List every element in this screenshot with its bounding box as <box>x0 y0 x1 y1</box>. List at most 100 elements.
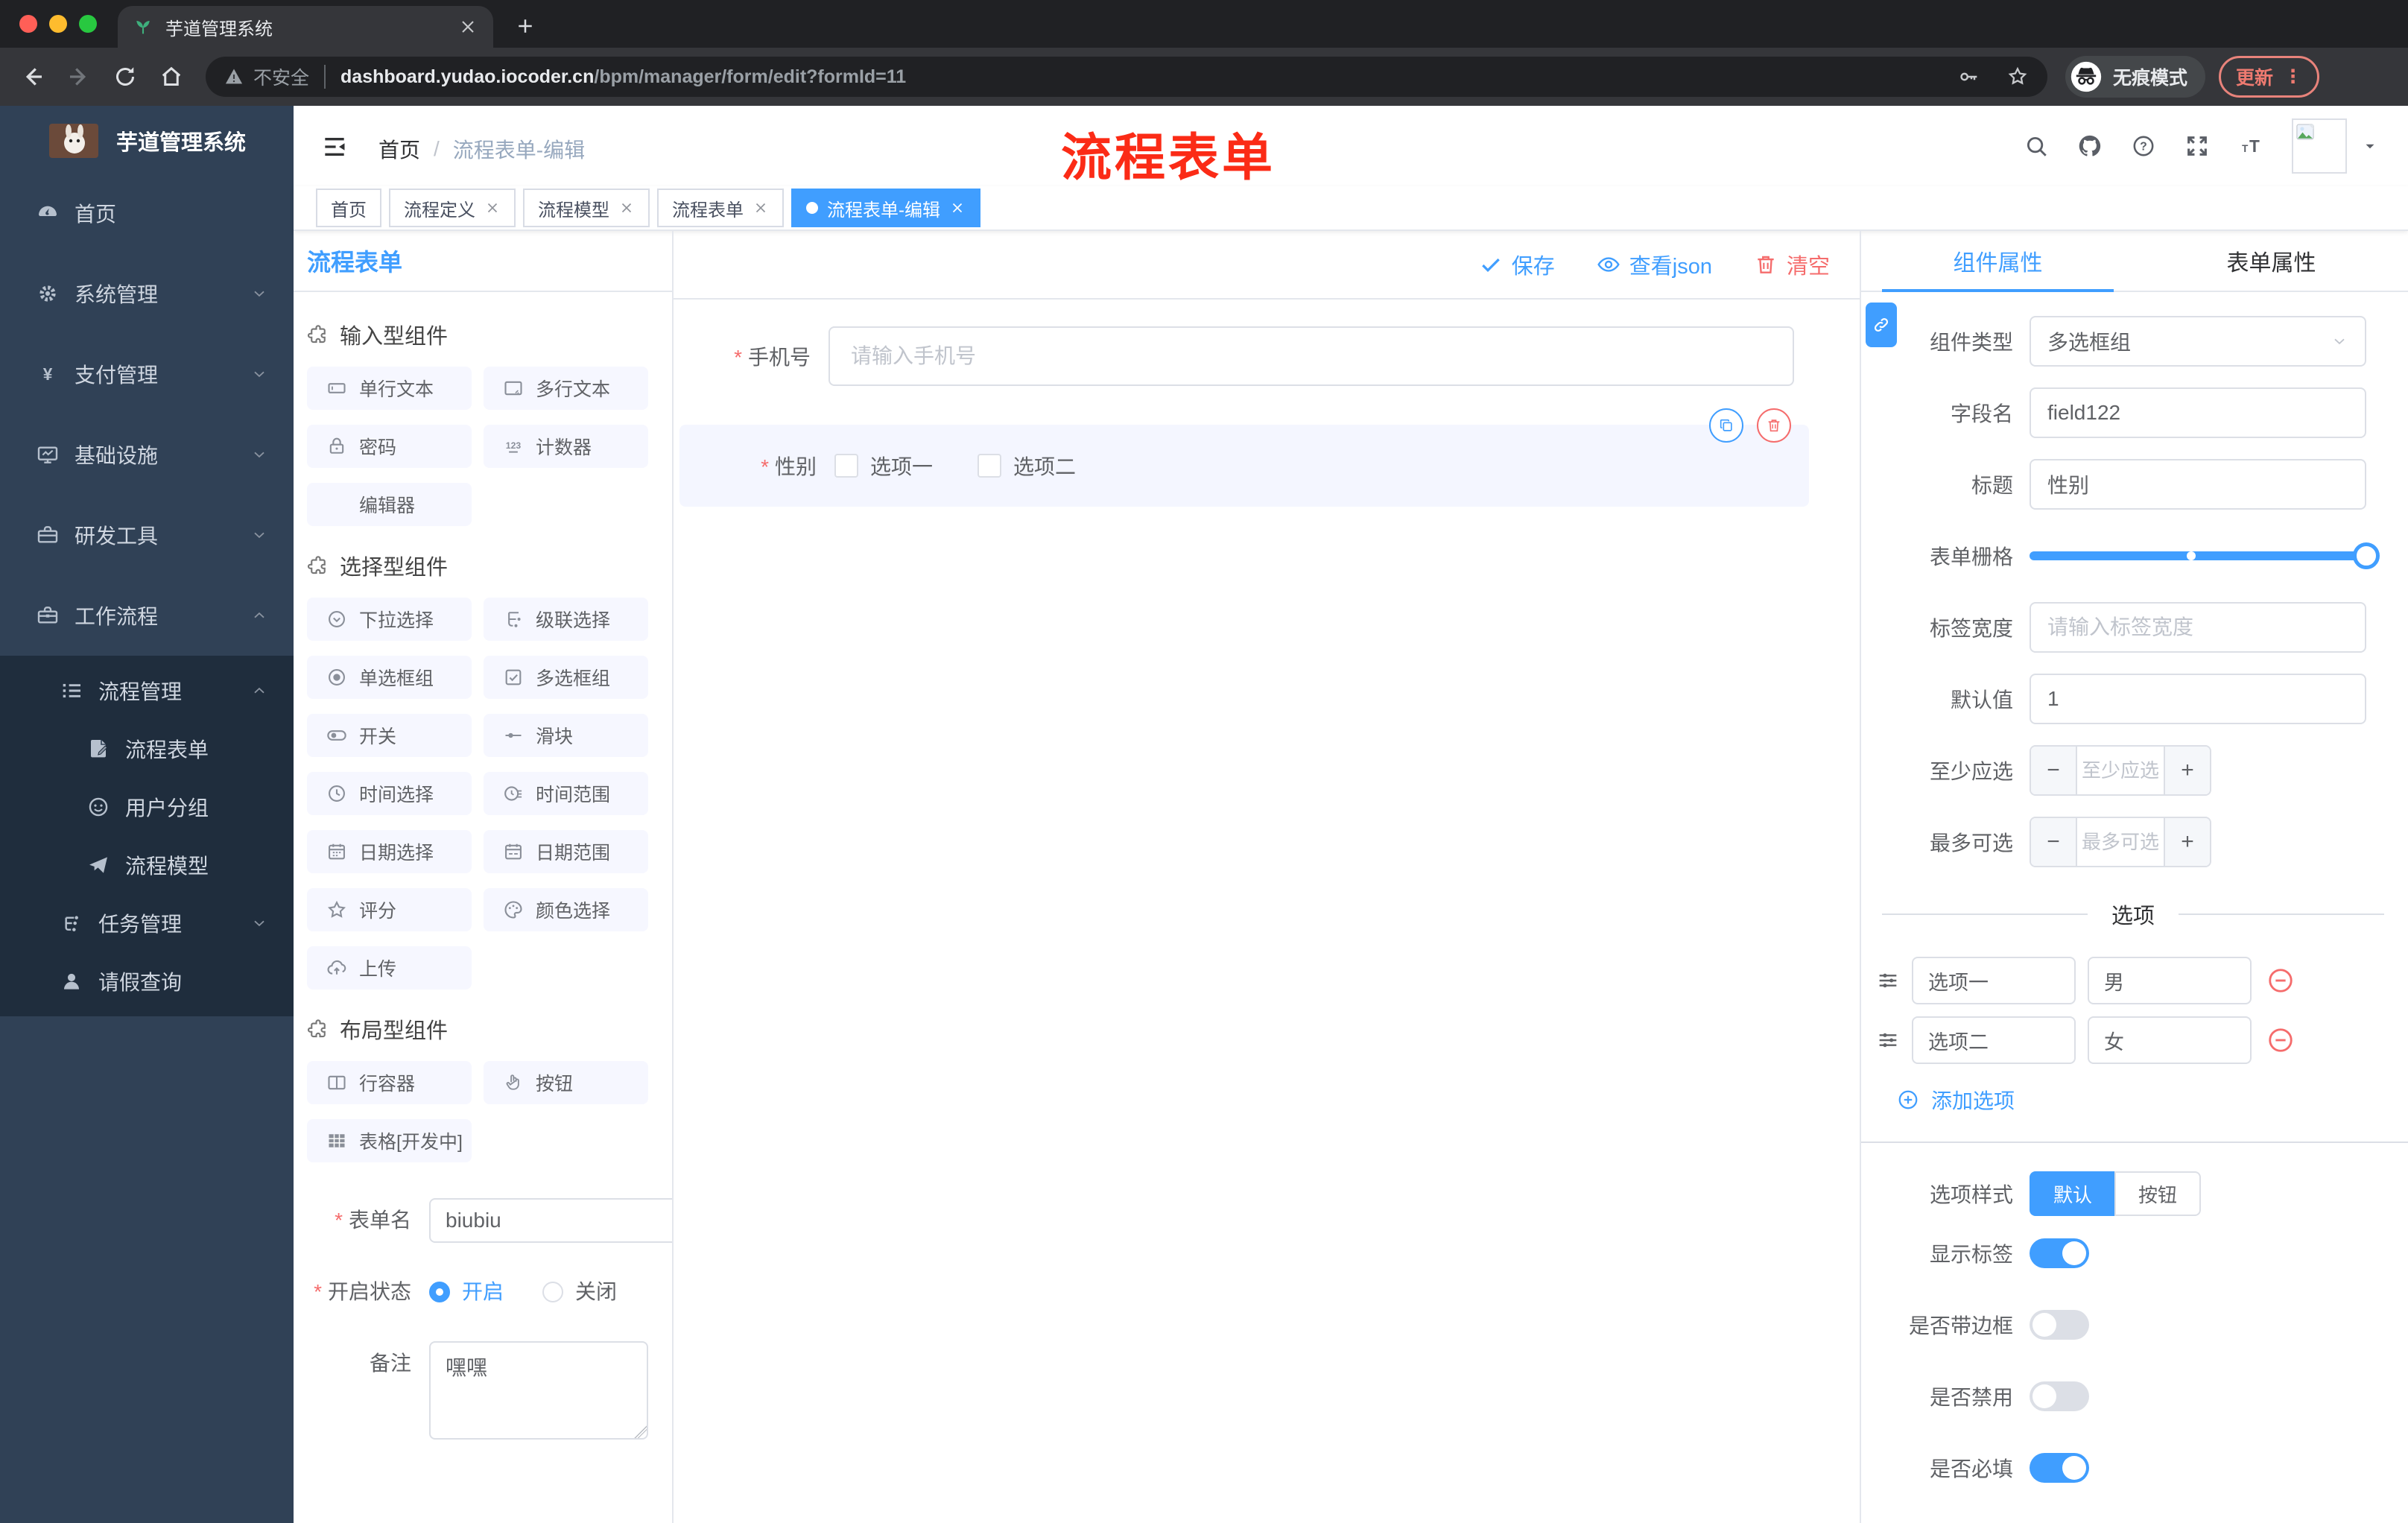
tags-view-tab[interactable]: 流程模型 <box>523 189 650 227</box>
link-button[interactable] <box>1866 303 1897 347</box>
palette-component[interactable]: 单行文本 <box>307 367 472 410</box>
breadcrumb-home[interactable]: 首页 <box>378 134 420 164</box>
back-icon[interactable] <box>19 63 46 90</box>
sidebar-logo-row[interactable]: 芋道管理系统 <box>0 106 294 173</box>
close-icon[interactable] <box>752 200 769 216</box>
home-icon[interactable] <box>158 63 185 90</box>
option-style-button[interactable]: 按钮 <box>2114 1171 2202 1216</box>
window-zoom-button[interactable] <box>79 15 97 33</box>
palette-component[interactable]: 上传 <box>307 946 472 990</box>
view-json-button[interactable]: 查看json <box>1597 249 1712 280</box>
field-name-input[interactable] <box>2030 387 2366 438</box>
forward-icon[interactable] <box>66 63 92 90</box>
palette-component[interactable]: 下拉选择 <box>307 598 472 641</box>
sidebar-item[interactable]: 基础设施 <box>0 414 294 495</box>
sidebar-subitem[interactable]: 流程模型 <box>0 836 294 894</box>
palette-component[interactable]: 级联选择 <box>484 598 648 641</box>
option-name-input[interactable] <box>1912 957 2076 1004</box>
form-name-input[interactable] <box>429 1198 672 1243</box>
status-radio[interactable]: 关闭 <box>542 1270 617 1314</box>
palette-component[interactable]: 多选框组 <box>484 656 648 699</box>
palette-component[interactable]: 单选框组 <box>307 656 472 699</box>
component-type-select[interactable]: 多选框组 <box>2030 316 2366 367</box>
close-icon[interactable] <box>618 200 635 216</box>
toggle-switch[interactable] <box>2030 1238 2089 1268</box>
sidebar-item[interactable]: 首页 <box>0 173 294 253</box>
palette-component[interactable]: 表格[开发中] <box>307 1119 472 1162</box>
max-select-input[interactable] <box>2077 818 2164 866</box>
sidebar-subitem[interactable]: 任务管理 <box>0 894 294 952</box>
status-radio[interactable]: 开启 <box>429 1270 504 1314</box>
gender-option-checkbox[interactable]: 选项一 <box>834 451 933 481</box>
stepper-minus-button[interactable]: − <box>2031 747 2077 794</box>
reload-icon[interactable] <box>112 63 139 90</box>
palette-component[interactable]: 按钮 <box>484 1061 648 1104</box>
help-icon[interactable]: ? <box>2131 133 2156 159</box>
sidebar-subitem[interactable]: 请假查询 <box>0 952 294 1010</box>
palette-component[interactable]: 123 计数器 <box>484 425 648 468</box>
fullscreen-icon[interactable] <box>2184 133 2210 159</box>
palette-component[interactable]: 日期范围 <box>484 830 648 873</box>
palette-component[interactable]: 密码 <box>307 425 472 468</box>
close-icon[interactable] <box>949 200 966 216</box>
browser-tab[interactable]: 芋道管理系统 <box>118 6 493 48</box>
clear-button[interactable]: 清空 <box>1754 249 1830 280</box>
toggle-switch[interactable] <box>2030 1310 2089 1340</box>
font-size-icon[interactable]: TT <box>2238 133 2263 159</box>
palette-component[interactable]: 颜色选择 <box>484 888 648 931</box>
option-name-input[interactable] <box>1912 1016 2076 1064</box>
default-value-input[interactable] <box>2030 674 2366 724</box>
palette-component[interactable]: 多行文本 <box>484 367 648 410</box>
tags-view-tab[interactable]: 首页 <box>316 189 381 227</box>
window-minimize-button[interactable] <box>49 15 67 33</box>
save-button[interactable]: 保存 <box>1479 249 1555 280</box>
tab-close-icon[interactable] <box>457 16 478 37</box>
browser-update-button[interactable]: 更新 ⋮ <box>2219 56 2320 98</box>
toggle-switch[interactable] <box>2030 1381 2089 1411</box>
min-select-input[interactable] <box>2077 747 2164 794</box>
minus-circle-icon[interactable] <box>2266 966 2295 995</box>
bookmark-star-icon[interactable] <box>2006 65 2030 89</box>
tab-component-props[interactable]: 组件属性 <box>1861 231 2135 292</box>
palette-component[interactable]: 滑块 <box>484 714 648 757</box>
checkbox-box[interactable] <box>978 454 1002 478</box>
sidebar-item[interactable]: 研发工具 <box>0 495 294 575</box>
stepper-plus-button[interactable]: + <box>2164 818 2210 866</box>
option-handle-icon[interactable] <box>1876 969 1900 992</box>
palette-component[interactable]: 日期选择 <box>307 830 472 873</box>
palette-component[interactable]: 时间范围 <box>484 772 648 815</box>
option-value-input[interactable] <box>2088 1016 2252 1064</box>
key-icon[interactable] <box>1956 65 1980 89</box>
phone-input[interactable] <box>828 326 1794 386</box>
github-icon[interactable] <box>2077 133 2103 159</box>
sidebar-item[interactable]: 工作流程 <box>0 575 294 656</box>
gender-field-selected[interactable]: 性别 选项一 选项二 <box>679 408 1809 507</box>
checkbox-box[interactable] <box>834 454 858 478</box>
sidebar-subitem[interactable]: 用户分组 <box>0 778 294 836</box>
stepper-minus-button[interactable]: − <box>2031 818 2077 866</box>
palette-component[interactable]: 时间选择 <box>307 772 472 815</box>
stepper-plus-button[interactable]: + <box>2164 747 2210 794</box>
phone-field-row[interactable]: 手机号 <box>674 326 1860 386</box>
toggle-switch[interactable] <box>2030 1453 2089 1483</box>
slider-thumb[interactable] <box>2353 542 2380 569</box>
sidebar-subitem[interactable]: 流程管理 <box>0 662 294 720</box>
sidebar-subitem[interactable]: 流程表单 <box>0 720 294 778</box>
window-close-button[interactable] <box>19 15 37 33</box>
avatar-caret-down-icon[interactable] <box>2362 138 2378 154</box>
option-style-default[interactable]: 默认 <box>2030 1171 2115 1216</box>
new-tab-button[interactable] <box>514 15 536 37</box>
add-option-button[interactable]: 添加选项 <box>1897 1085 2408 1115</box>
option-handle-icon[interactable] <box>1876 1028 1900 1052</box>
copy-component-button[interactable] <box>1709 408 1743 443</box>
avatar[interactable] <box>2292 118 2347 174</box>
sidebar-item[interactable]: ¥ 支付管理 <box>0 334 294 414</box>
title-input[interactable] <box>2030 459 2366 510</box>
palette-component[interactable]: 编辑器 <box>307 483 472 526</box>
tab-form-props[interactable]: 表单属性 <box>2135 231 2408 291</box>
tags-view-tab[interactable]: 流程表单-编辑 <box>791 189 980 227</box>
sidebar-item[interactable]: 系统管理 <box>0 253 294 334</box>
palette-component[interactable]: 评分 <box>307 888 472 931</box>
form-grid-slider[interactable] <box>2030 542 2380 569</box>
sidebar-collapse-icon[interactable] <box>320 133 349 161</box>
